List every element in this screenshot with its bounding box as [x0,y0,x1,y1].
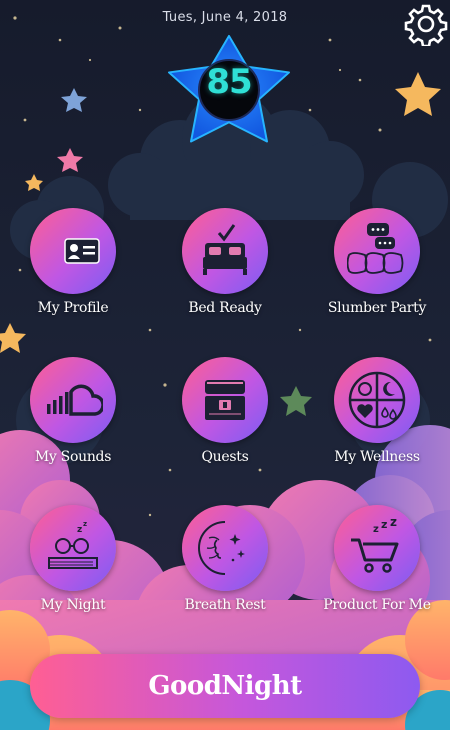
tile-circle: z z z [334,505,420,591]
pillows-chat-icon [347,223,404,274]
tile-quests[interactable]: Quests [160,357,290,487]
tile-circle [334,357,420,443]
goodnight-button[interactable]: GoodNight [30,654,420,718]
tile-label: Breath Rest [184,597,266,613]
tile-circle [334,208,420,294]
tile-product-for-me[interactable]: z z z Product For Me [312,505,442,635]
shopping-cart-icon: z z z [351,518,399,573]
tile-slumber-party[interactable]: Slumber Party [312,208,442,338]
tile-my-profile[interactable]: My Profile [8,208,138,338]
tile-my-sounds[interactable]: My Sounds [8,357,138,487]
tile-circle: z z [30,505,116,591]
gear-icon[interactable] [404,2,448,46]
svg-text:z: z [83,520,87,528]
sound-cloud-icon [47,384,103,416]
current-date: Tues, June 4, 2018 [162,10,288,25]
tile-my-wellness[interactable]: My Wellness [312,357,442,487]
tile-label: Product For Me [323,597,431,613]
tile-bed-ready[interactable]: Bed Ready [160,208,290,338]
tile-circle [182,357,268,443]
svg-text:z: z [373,524,379,535]
tile-label: My Night [40,597,106,613]
tile-label: My Sounds [34,449,112,465]
tile-label: My Wellness [334,449,420,465]
id-card-icon [47,229,100,273]
svg-text:z: z [390,518,397,529]
sleep-score-value: 85 [206,62,252,102]
tile-label: Bed Ready [188,300,262,316]
tile-circle [30,357,116,443]
tile-label: My Profile [37,300,109,316]
bed-checkmark-icon [203,224,247,275]
tile-label: Quests [201,449,249,465]
svg-text:z: z [381,518,387,531]
moon-face-icon [198,521,245,575]
sleeping-book-icon: z z [48,520,98,569]
tile-circle [182,505,268,591]
tile-breath-rest[interactable]: Breath Rest [160,505,290,635]
wellness-quadrants-icon [348,371,406,429]
treasure-chest-icon [205,380,245,420]
tile-label: Slumber Party [327,300,427,316]
svg-text:z: z [77,525,82,535]
tile-circle [182,208,268,294]
tile-circle [30,208,116,294]
tile-my-night[interactable]: z z My Night [8,505,138,635]
